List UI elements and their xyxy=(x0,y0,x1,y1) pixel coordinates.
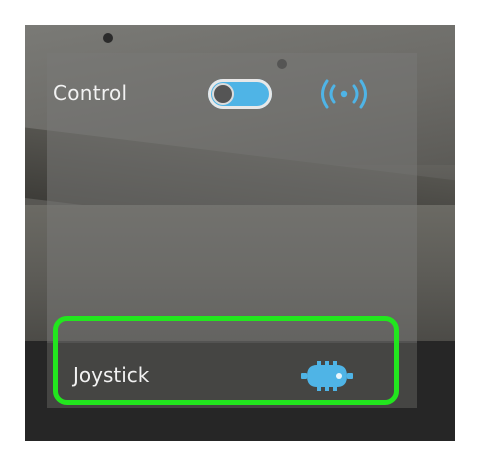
feed-screw xyxy=(103,33,113,43)
broadcast-signal-icon[interactable] xyxy=(317,77,371,111)
joystick-row[interactable]: Joystick xyxy=(47,343,417,408)
camera-view: Control Joystick xyxy=(25,25,455,441)
joystick-label: Joystick xyxy=(73,363,150,387)
control-label: Control xyxy=(53,81,128,105)
gamepad-icon[interactable] xyxy=(299,359,355,393)
control-toggle[interactable] xyxy=(208,79,272,109)
toggle-knob xyxy=(212,83,234,105)
